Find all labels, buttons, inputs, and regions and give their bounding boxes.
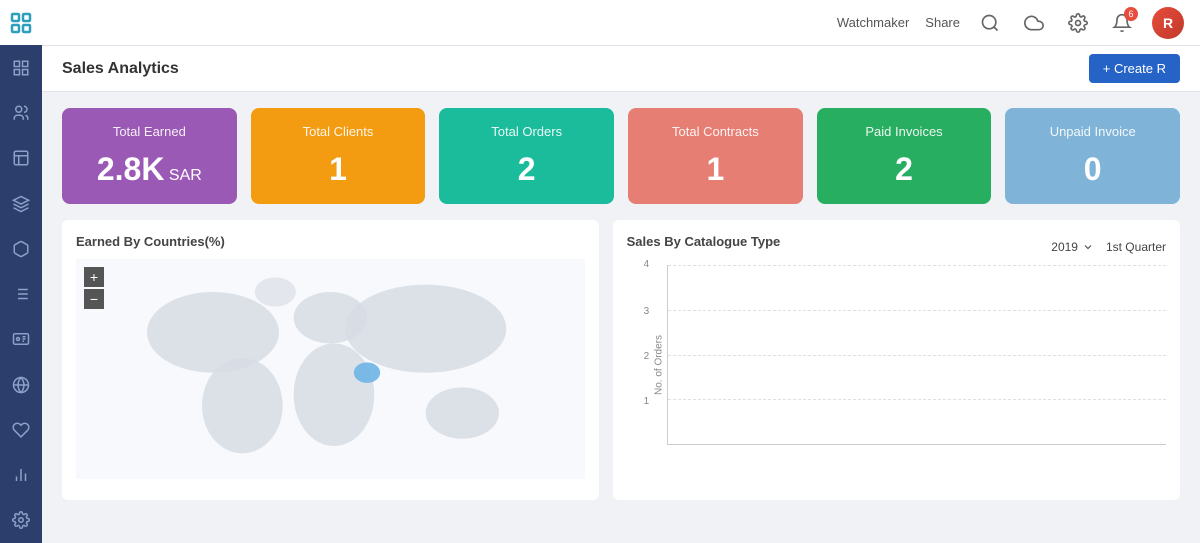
page-title: Sales Analytics [62, 60, 179, 78]
stat-card-value-0: 2.8K SAR [80, 151, 219, 188]
cloud-icon[interactable] [1020, 9, 1048, 37]
stat-card-title-4: Paid Invoices [835, 124, 974, 139]
sidebar-item-list[interactable] [0, 273, 42, 314]
avatar-initials: R [1152, 7, 1184, 39]
sidebar-item-settings[interactable] [0, 500, 42, 541]
sidebar-item-dashboard[interactable] [0, 47, 42, 88]
y-label-1: 1 [644, 396, 650, 407]
sidebar-item-users[interactable] [0, 92, 42, 133]
bar-chart-header: Sales By Catalogue Type 2019 1st Quarter [627, 234, 1166, 259]
avatar[interactable]: R [1152, 7, 1184, 39]
stat-card-5[interactable]: Unpaid Invoice 0 [1005, 108, 1180, 204]
stat-card-4[interactable]: Paid Invoices 2 [817, 108, 992, 204]
search-icon[interactable] [976, 9, 1004, 37]
bar-chart-area: No. of Orders 4 3 2 1 [627, 265, 1166, 485]
map-panel: Earned By Countries(%) + − [62, 220, 599, 500]
sidebar-item-handshake[interactable] [0, 409, 42, 450]
stat-card-title-3: Total Contracts [646, 124, 785, 139]
stat-card-title-1: Total Clients [269, 124, 408, 139]
watchmaker-label: Watchmaker [837, 15, 909, 30]
sidebar [0, 0, 42, 543]
stat-cards-row: Total Earned 2.8K SAR Total Clients 1 To… [62, 108, 1180, 204]
y-axis-label: No. of Orders [653, 335, 664, 395]
stat-card-title-5: Unpaid Invoice [1023, 124, 1162, 139]
notifications-icon[interactable]: 6 [1108, 9, 1136, 37]
map-container: + − [76, 259, 585, 479]
settings-icon[interactable] [1064, 9, 1092, 37]
year-selector[interactable]: 2019 [1051, 240, 1094, 254]
sidebar-item-files[interactable] [0, 138, 42, 179]
sidebar-item-layers[interactable] [0, 183, 42, 224]
quarter-label: 1st Quarter [1106, 240, 1166, 254]
stat-card-2[interactable]: Total Orders 2 [439, 108, 614, 204]
stat-card-value-3: 1 [646, 151, 785, 188]
map-title: Earned By Countries(%) [76, 234, 585, 249]
sidebar-item-analytics[interactable] [0, 454, 42, 495]
create-button[interactable]: + Create R [1089, 54, 1180, 83]
y-label-2: 2 [644, 351, 650, 362]
sidebar-item-globe[interactable] [0, 364, 42, 405]
chart-grid: 4 3 2 1 [667, 265, 1166, 445]
share-label: Share [925, 15, 960, 30]
bar-chart-panel: Sales By Catalogue Type 2019 1st Quarter… [613, 220, 1180, 500]
stat-card-0[interactable]: Total Earned 2.8K SAR [62, 108, 237, 204]
stat-card-value-4: 2 [835, 151, 974, 188]
sidebar-logo[interactable] [0, 0, 42, 45]
page-header: Sales Analytics + Create R [42, 46, 1200, 92]
sidebar-item-id[interactable] [0, 319, 42, 360]
stat-card-3[interactable]: Total Contracts 1 [628, 108, 803, 204]
stat-card-value-1: 1 [269, 151, 408, 188]
topbar: Watchmaker Share 6 R [42, 0, 1200, 46]
sidebar-item-packages[interactable] [0, 228, 42, 269]
year-value: 2019 [1051, 240, 1078, 254]
y-label-3: 3 [644, 306, 650, 317]
stat-card-1[interactable]: Total Clients 1 [251, 108, 426, 204]
content-area: Total Earned 2.8K SAR Total Clients 1 To… [42, 92, 1200, 543]
y-label-4: 4 [644, 259, 650, 270]
stat-card-value-5: 0 [1023, 151, 1162, 188]
stat-card-title-0: Total Earned [80, 124, 219, 139]
main-content: Watchmaker Share 6 R Sales Analytics + C… [42, 0, 1200, 543]
bar-chart-title: Sales By Catalogue Type [627, 234, 781, 249]
stat-card-value-2: 2 [457, 151, 596, 188]
notification-badge: 6 [1124, 7, 1138, 21]
charts-row: Earned By Countries(%) + − [62, 220, 1180, 500]
stat-card-title-2: Total Orders [457, 124, 596, 139]
